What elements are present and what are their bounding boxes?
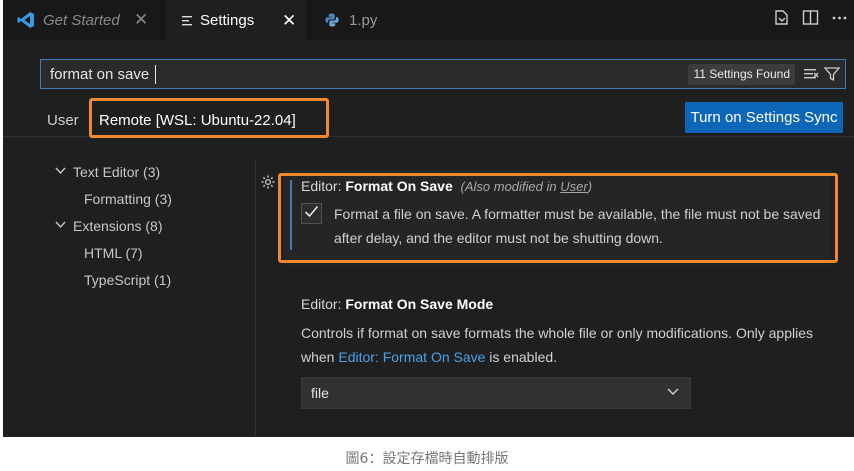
editor-actions bbox=[773, 9, 848, 26]
tree-item-html[interactable]: HTML (7) bbox=[84, 245, 143, 261]
highlight-format-on-save bbox=[278, 173, 838, 263]
settings-search-bar[interactable]: format on save 11 Settings Found bbox=[40, 59, 846, 89]
more-actions-icon[interactable] bbox=[831, 9, 848, 26]
open-json-icon[interactable] bbox=[773, 9, 790, 26]
tree-item-label: Text Editor (3) bbox=[73, 164, 161, 180]
tree-item-label: HTML (7) bbox=[84, 245, 143, 261]
select-value: file bbox=[311, 385, 329, 401]
tab-user-settings[interactable]: User bbox=[47, 112, 79, 129]
tab-get-started[interactable]: Get Started ✕ bbox=[3, 0, 163, 40]
text-caret bbox=[155, 65, 156, 84]
split-editor-icon[interactable] bbox=[802, 9, 819, 26]
turn-on-settings-sync-button[interactable]: Turn on Settings Sync bbox=[685, 102, 843, 133]
panel-divider bbox=[255, 159, 256, 437]
setting-description: Controls if format on save formats the w… bbox=[301, 321, 841, 369]
tree-item-extensions[interactable]: Extensions (8) bbox=[55, 218, 162, 234]
chevron-down-icon bbox=[55, 220, 73, 232]
tab-bar: Get Started ✕ Settings ✕ 1.py bbox=[3, 0, 854, 40]
filter-icon[interactable] bbox=[824, 66, 840, 82]
tree-item-formatting[interactable]: Formatting (3) bbox=[84, 191, 172, 207]
tab-1-py-label: 1.py bbox=[349, 11, 378, 29]
description-text: is enabled. bbox=[485, 349, 558, 365]
tree-item-label: Extensions (8) bbox=[73, 218, 163, 234]
tab-settings-label: Settings bbox=[200, 12, 255, 29]
close-icon[interactable]: ✕ bbox=[282, 11, 296, 31]
search-input[interactable]: format on save bbox=[50, 66, 149, 83]
python-icon bbox=[325, 13, 339, 27]
gear-icon[interactable] bbox=[260, 174, 276, 190]
setting-title: Editor: Format On Save Mode bbox=[301, 296, 493, 312]
tab-1-py[interactable]: 1.py bbox=[306, 0, 448, 40]
format-on-save-mode-select[interactable]: file bbox=[301, 377, 691, 409]
figure-caption: 圖6：設定存檔時自動排版 bbox=[345, 451, 509, 467]
setting-name: Format On Save Mode bbox=[345, 296, 494, 312]
tree-item-label: TypeScript (1) bbox=[84, 272, 172, 288]
results-count-badge: 11 Settings Found bbox=[688, 64, 795, 85]
settings-lines-icon bbox=[182, 15, 192, 25]
clear-filter-icon[interactable] bbox=[803, 66, 819, 82]
tree-item-label: Formatting (3) bbox=[84, 191, 172, 207]
vscode-window: Get Started ✕ Settings ✕ 1.py format on … bbox=[3, 0, 854, 437]
tree-item-text-editor[interactable]: Text Editor (3) bbox=[55, 164, 160, 180]
vscode-logo-icon bbox=[17, 12, 34, 28]
highlight-remote-tab bbox=[89, 98, 329, 138]
setting-category: Editor: bbox=[301, 296, 346, 312]
close-icon[interactable]: ✕ bbox=[134, 10, 148, 30]
format-on-save-link[interactable]: Editor: Format On Save bbox=[338, 349, 485, 365]
chevron-down-icon bbox=[667, 388, 679, 396]
chevron-down-icon bbox=[55, 166, 73, 178]
tab-get-started-label: Get Started bbox=[43, 11, 120, 29]
tab-settings[interactable]: Settings ✕ bbox=[166, 0, 306, 40]
tree-item-typescript[interactable]: TypeScript (1) bbox=[84, 272, 171, 288]
